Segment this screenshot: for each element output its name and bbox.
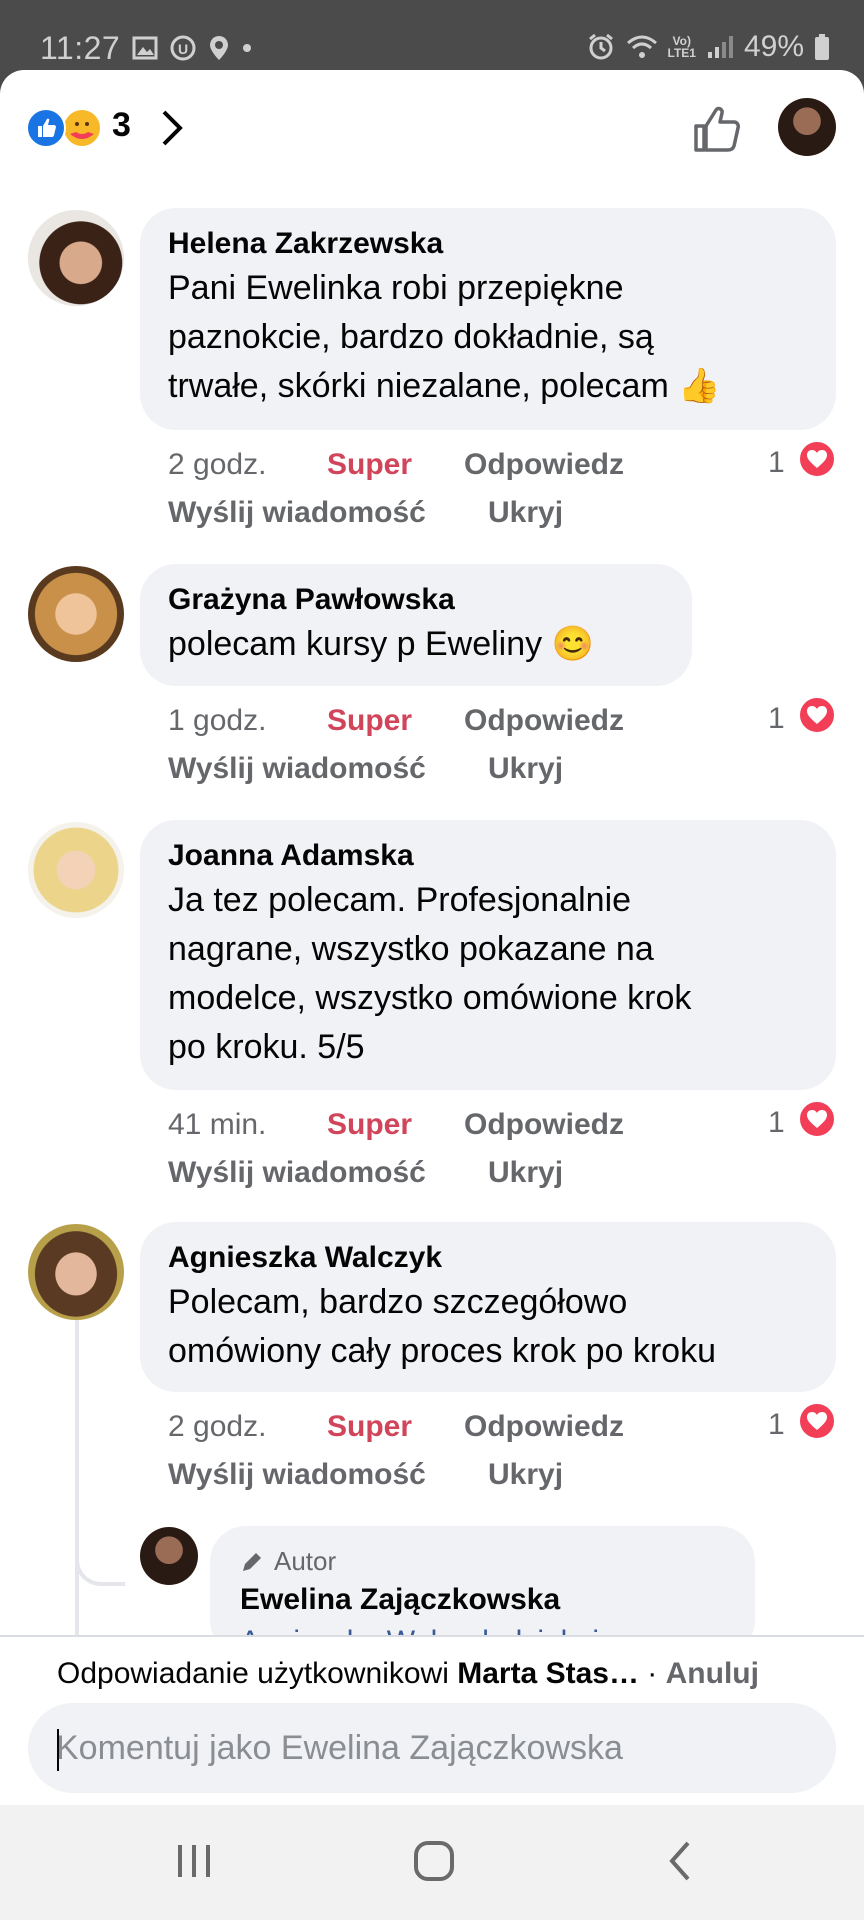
home-icon[interactable] bbox=[412, 1835, 456, 1887]
current-user-avatar[interactable] bbox=[778, 98, 836, 156]
heart-reaction-icon[interactable] bbox=[798, 696, 836, 734]
reply-button[interactable]: Odpowiedz bbox=[464, 1108, 624, 1142]
replying-prefix: Odpowiadanie użytkownikowi bbox=[57, 1657, 449, 1690]
comment-text-line: Ja tez polecam. Profesjonalnie bbox=[168, 881, 632, 919]
status-time: 11:27 bbox=[40, 30, 121, 66]
hide-button[interactable]: Ukryj bbox=[488, 752, 563, 786]
care-reaction-icon[interactable] bbox=[62, 108, 102, 148]
send-message-button[interactable]: Wyślij wiadomość bbox=[168, 1156, 426, 1190]
reaction-count[interactable]: 3 bbox=[112, 106, 131, 145]
cancel-reply-button[interactable]: Anuluj bbox=[666, 1657, 759, 1690]
reply-author[interactable]: Ewelina Zajączkowska bbox=[240, 1583, 725, 1617]
like-count[interactable]: 1 bbox=[768, 1106, 785, 1140]
comment-time: 1 godz. bbox=[168, 704, 267, 737]
heart-reaction-icon[interactable] bbox=[798, 1402, 836, 1440]
svg-text:U: U bbox=[178, 41, 188, 57]
comment-text-line: polecam kursy p Eweliny 😊 bbox=[168, 625, 594, 663]
comment-text-line: Pani Ewelinka robi przepiękne bbox=[168, 269, 624, 307]
comment-text-line: paznokcie, bardzo dokładnie, są bbox=[168, 318, 654, 356]
messenger-icon: U bbox=[170, 35, 196, 61]
send-message-button[interactable]: Wyślij wiadomość bbox=[168, 752, 426, 786]
react-super-button[interactable]: Super bbox=[327, 704, 412, 738]
like-reaction-icon[interactable] bbox=[26, 108, 66, 148]
comment-time: 41 min. bbox=[168, 1108, 267, 1141]
comment-time: 2 godz. bbox=[168, 1410, 267, 1443]
avatar[interactable] bbox=[28, 566, 124, 662]
avatar[interactable] bbox=[28, 822, 124, 918]
replying-separator: · bbox=[638, 1657, 666, 1690]
network-label: LTE1 bbox=[667, 46, 696, 60]
comment-item: Grażyna Pawłowska polecam kursy p Ewelin… bbox=[0, 564, 864, 786]
pencil-icon bbox=[243, 1552, 261, 1571]
reactions-header: 3 bbox=[0, 70, 864, 185]
reply-button[interactable]: Odpowiedz bbox=[464, 448, 624, 482]
network-type: Vo) LTE1 bbox=[667, 34, 696, 60]
send-message-button[interactable]: Wyślij wiadomość bbox=[168, 1458, 426, 1492]
author-badge: Autor bbox=[240, 1546, 725, 1577]
like-count[interactable]: 1 bbox=[768, 446, 785, 480]
comment-bubble[interactable]: Grażyna Pawłowska polecam kursy p Ewelin… bbox=[140, 564, 692, 686]
hide-button[interactable]: Ukryj bbox=[488, 496, 563, 530]
avatar[interactable] bbox=[28, 210, 124, 306]
react-super-button[interactable]: Super bbox=[327, 448, 412, 482]
hide-button[interactable]: Ukryj bbox=[488, 1156, 563, 1190]
comment-time: 2 godz. bbox=[168, 448, 267, 481]
comment-item: Helena Zakrzewska Pani Ewelinka robi prz… bbox=[0, 208, 864, 529]
reply-button[interactable]: Odpowiedz bbox=[464, 1410, 624, 1444]
comment-composer: Odpowiadanie użytkownikowi Marta Stas… ·… bbox=[0, 1635, 864, 1805]
comment-bubble[interactable]: Helena Zakrzewska Pani Ewelinka robi prz… bbox=[140, 208, 836, 430]
dot-icon bbox=[243, 44, 251, 52]
status-right: Vo) LTE1 49% bbox=[586, 30, 831, 64]
comment-text-line: omówiony cały proces krok po kroku bbox=[168, 1332, 717, 1370]
replying-to-name: Marta Stas… bbox=[457, 1657, 639, 1690]
location-icon bbox=[210, 36, 228, 60]
comments-sheet: 3 Helena Zakrzewska Pani Ewelinka robi p… bbox=[0, 70, 864, 1805]
replying-banner: Odpowiadanie użytkownikowi Marta Stas… ·… bbox=[57, 1657, 759, 1691]
like-outline-icon[interactable] bbox=[688, 102, 744, 158]
alarm-icon bbox=[588, 33, 613, 60]
status-bar: 11:27 U Vo) LTE1 49% bbox=[0, 0, 864, 72]
comment-author[interactable]: Helena Zakrzewska bbox=[168, 226, 808, 262]
comment-input[interactable] bbox=[28, 1703, 836, 1793]
avatar[interactable] bbox=[28, 1224, 124, 1320]
thread-connector bbox=[75, 1546, 125, 1586]
comment-bubble[interactable]: Agnieszka Walczyk Polecam, bardzo szczeg… bbox=[140, 1222, 836, 1392]
comment-item: Joanna Adamska Ja tez polecam. Profesjon… bbox=[0, 820, 864, 1189]
text-caret bbox=[57, 1729, 59, 1771]
heart-reaction-icon[interactable] bbox=[798, 1100, 836, 1138]
comment-author[interactable]: Joanna Adamska bbox=[168, 838, 808, 874]
comment-author[interactable]: Grażyna Pawłowska bbox=[168, 582, 664, 618]
battery-icon bbox=[815, 34, 829, 60]
comment-text-line: Polecam, bardzo szczegółowo bbox=[168, 1283, 628, 1321]
comment-author[interactable]: Agnieszka Walczyk bbox=[168, 1240, 808, 1276]
comment-text-line: nagrane, wszystko pokazane na bbox=[168, 930, 654, 968]
wifi-icon bbox=[626, 35, 657, 58]
gallery-icon bbox=[132, 36, 158, 60]
chevron-right-icon[interactable] bbox=[158, 108, 186, 148]
back-icon[interactable] bbox=[664, 1835, 696, 1887]
recent-apps-icon[interactable] bbox=[174, 1835, 214, 1887]
reply-button[interactable]: Odpowiedz bbox=[464, 704, 624, 738]
heart-reaction-icon[interactable] bbox=[798, 440, 836, 478]
comment-item: Agnieszka Walczyk Polecam, bardzo szczeg… bbox=[0, 1222, 864, 1491]
react-super-button[interactable]: Super bbox=[327, 1108, 412, 1142]
reply-avatar[interactable] bbox=[140, 1527, 198, 1585]
comment-text-line: trwałe, skórki niezalane, polecam 👍 bbox=[168, 367, 721, 405]
status-notification-icons: U bbox=[132, 34, 252, 62]
comment-text-line: modelce, wszystko omówione krok bbox=[168, 979, 692, 1017]
system-navbar bbox=[0, 1805, 864, 1920]
like-count[interactable]: 1 bbox=[768, 702, 785, 736]
signal-icon bbox=[707, 36, 733, 58]
battery-percent: 49% bbox=[743, 30, 804, 63]
author-badge-label: Autor bbox=[274, 1546, 337, 1576]
comment-bubble[interactable]: Joanna Adamska Ja tez polecam. Profesjon… bbox=[140, 820, 836, 1090]
like-count[interactable]: 1 bbox=[768, 1408, 785, 1442]
send-message-button[interactable]: Wyślij wiadomość bbox=[168, 496, 426, 530]
comment-text-line: po kroku. 5/5 bbox=[168, 1028, 365, 1066]
hide-button[interactable]: Ukryj bbox=[488, 1458, 563, 1492]
react-super-button[interactable]: Super bbox=[327, 1410, 412, 1444]
